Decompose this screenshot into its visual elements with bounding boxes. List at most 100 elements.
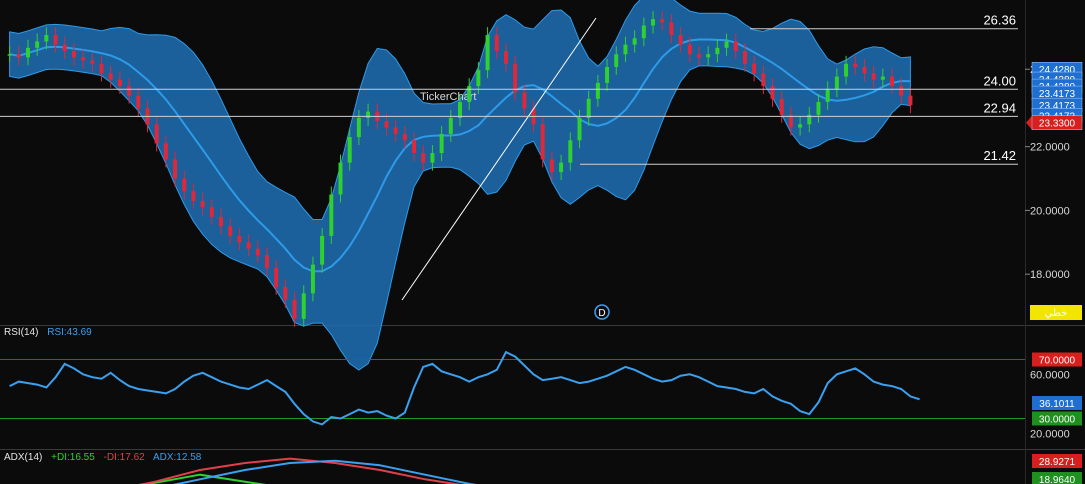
candle-body [908,95,913,106]
candle-body [356,117,361,138]
price-tick-label: 22.0000 [1030,142,1070,154]
candle-body [393,127,398,134]
candle-body [136,95,141,109]
candle-body [7,54,12,56]
candle-body [246,242,251,249]
candle-body [880,76,885,80]
candle-body [200,200,205,208]
candle-body [899,86,904,96]
candle-body [623,44,628,55]
candle-body [329,194,334,236]
candle-body [733,41,738,52]
candle-body [853,63,858,67]
candle-body [173,159,178,179]
candle-body [320,235,325,265]
candle-body [384,121,389,128]
candle-body [44,35,49,42]
candle-body [779,98,784,115]
candle-body [81,57,86,61]
adx-red-tag-label: 28.9271 [1039,457,1076,468]
candle-body [540,124,545,160]
candle-body [292,299,297,319]
level-label: 26.36 [983,13,1016,28]
candle-body [421,153,426,163]
candle-body [632,38,637,45]
adx-value-label: ADX:12.58 [152,452,202,463]
candle-body [706,54,711,58]
candle-body [237,235,242,243]
candle-body [108,73,113,80]
candle-body [844,63,849,77]
candle-body [99,63,104,74]
candle-body [485,35,490,71]
language-badge-label: خطي [1045,308,1068,319]
candle-body [163,143,168,160]
candle-body [660,19,665,23]
candle-body [412,140,417,154]
level-label: 22.94 [983,100,1016,115]
price-tick-label: 20.0000 [1030,205,1070,217]
candle-body [62,44,67,52]
price-tag-label: 23.3300 [1039,119,1076,130]
candle-body [568,140,573,163]
rsi-panel-header: RSI(14) RSI:43.69 [4,327,98,338]
candle-body [219,216,224,227]
candle-body [641,25,646,39]
candle-body [209,207,214,217]
adx-title: ADX(14) [4,452,43,463]
candle-body [752,63,757,74]
candle-body [614,54,619,67]
candle-body [71,51,76,58]
level-label: 21.42 [983,148,1016,163]
candle-body [742,51,747,64]
candle-body [696,54,701,58]
candle-body [862,66,867,74]
rsi-title: RSI(14) [4,327,39,338]
adx-plus-di-label: +DI:16.55 [51,452,95,463]
candle-body [90,60,95,64]
candle-body [310,264,315,294]
candle-body [669,22,674,36]
rsi-tick-label: 20.0000 [1030,428,1070,440]
candle-body [577,117,582,141]
candle-body [255,248,260,256]
candle-body [761,73,766,87]
candle-body [347,137,352,163]
candle-body [448,117,453,134]
chart-svg: TickerChart26.3624.0022.9421.4224.428022… [0,0,1085,484]
rsi-value-label: RSI:43.69 [47,327,92,338]
level-label: 24.00 [983,73,1016,88]
candle-body [439,133,444,154]
candle-body [724,41,729,48]
candle-body [25,47,30,58]
candle-body [117,79,122,87]
candle-body [503,51,508,64]
candle-body [825,89,830,103]
candle-body [605,66,610,83]
candle-body [559,162,564,173]
candle-body [678,35,683,45]
candle-body [586,98,591,118]
price-tick-label: 18.0000 [1030,269,1070,281]
adx-green-tag-label: 18.9640 [1039,475,1076,484]
rsi-lower-tag-label: 30.0000 [1039,415,1076,426]
candle-body [283,286,288,300]
candle-body [154,124,159,144]
candle-body [228,226,233,236]
candle-body [770,86,775,99]
event-marker-label: D [598,308,605,319]
candle-body [338,162,343,195]
candle-body [595,82,600,99]
candle-body [871,73,876,80]
candle-body [651,19,656,26]
candle-body [834,76,839,90]
candle-body [549,159,554,173]
candle-body [274,267,279,287]
rsi-tick-label: 60.0000 [1030,369,1070,381]
candle-body [182,178,187,192]
candle-body [687,44,692,55]
candle-body [513,63,518,93]
candle-body [467,86,472,103]
candle-body [366,111,371,118]
candle-body [402,133,407,141]
